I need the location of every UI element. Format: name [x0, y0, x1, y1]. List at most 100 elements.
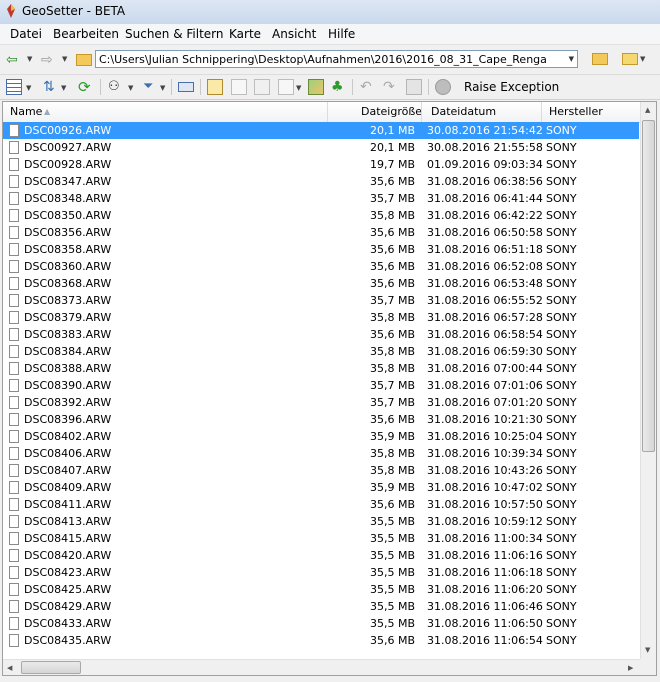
view-mode-dropdown-icon[interactable]: ▼	[26, 84, 31, 92]
file-date: 31.08.2016 06:38:56	[427, 175, 543, 188]
file-row[interactable]: DSC08411.ARW 35,6 MB 31.08.2016 10:57:50 SO…	[3, 496, 639, 513]
tree-icon[interactable]: ♣	[331, 79, 347, 95]
menu-ansicht[interactable]: Ansicht	[272, 27, 316, 41]
back-dropdown-icon[interactable]: ▼	[27, 55, 32, 63]
edit-data-icon[interactable]	[207, 79, 223, 95]
file-row[interactable]: DSC08358.ARW 35,6 MB 31.08.2016 06:51:18 SO…	[3, 241, 639, 258]
scroll-down-icon[interactable]: ▼	[645, 646, 650, 654]
file-row[interactable]: DSC08407.ARW 35,8 MB 31.08.2016 10:43:26 SO…	[3, 462, 639, 479]
browse-folder-icon[interactable]	[592, 53, 608, 65]
column-header-maker[interactable]: Hersteller	[549, 105, 603, 118]
file-size: 35,5 MB	[369, 617, 415, 630]
file-row[interactable]: DSC08413.ARW 35,5 MB 31.08.2016 10:59:12 SO…	[3, 513, 639, 530]
scroll-up-icon[interactable]: ▲	[645, 106, 650, 114]
file-size: 35,9 MB	[369, 430, 415, 443]
undo-icon[interactable]: ↶	[360, 79, 376, 95]
file-row[interactable]: DSC08406.ARW 35,8 MB 31.08.2016 10:39:34 SO…	[3, 445, 639, 462]
file-row[interactable]: DSC08409.ARW 35,9 MB 31.08.2016 10:47:02 SO…	[3, 479, 639, 496]
filter-icon[interactable]: ⏷	[143, 79, 159, 95]
raise-exception-button[interactable]: Raise Exception	[464, 80, 559, 94]
file-row[interactable]: DSC08350.ARW 35,8 MB 31.08.2016 06:42:22 SO…	[3, 207, 639, 224]
paste-icon[interactable]	[254, 79, 270, 95]
search-dropdown-icon[interactable]: ▼	[128, 84, 133, 92]
sort-icon[interactable]: ⇅	[43, 79, 59, 95]
file-size: 35,8 MB	[369, 209, 415, 222]
file-row[interactable]: DSC08433.ARW 35,5 MB 31.08.2016 11:06:50 SO…	[3, 615, 639, 632]
file-row[interactable]: DSC08423.ARW 35,5 MB 31.08.2016 11:06:18 SO…	[3, 564, 639, 581]
file-icon	[9, 141, 19, 154]
path-input[interactable]: C:\Users\Julian Schnippering\Desktop\Auf…	[95, 50, 578, 68]
redo-icon[interactable]: ↷	[383, 79, 399, 95]
file-row[interactable]: DSC00926.ARW 20,1 MB 30.08.2016 21:54:42 SO…	[3, 122, 639, 139]
path-dropdown-icon[interactable]: ▼	[569, 55, 574, 63]
window-icon[interactable]	[178, 82, 194, 92]
folder-up-icon[interactable]	[76, 54, 92, 66]
column-header-date[interactable]: Dateidatum	[431, 105, 496, 118]
file-row[interactable]: DSC08384.ARW 35,8 MB 31.08.2016 06:59:30 SO…	[3, 343, 639, 360]
column-divider[interactable]	[541, 102, 542, 122]
horizontal-scroll-thumb[interactable]	[21, 661, 81, 674]
file-row[interactable]: DSC08348.ARW 35,7 MB 31.08.2016 06:41:44 SO…	[3, 190, 639, 207]
map-icon[interactable]	[308, 79, 324, 95]
file-row[interactable]: DSC08347.ARW 35,6 MB 31.08.2016 06:38:56 SO…	[3, 173, 639, 190]
file-row[interactable]: DSC08368.ARW 35,6 MB 31.08.2016 06:53:48 SO…	[3, 275, 639, 292]
file-row[interactable]: DSC08425.ARW 35,5 MB 31.08.2016 11:06:20 SO…	[3, 581, 639, 598]
file-row[interactable]: DSC08383.ARW 35,6 MB 31.08.2016 06:58:54 SO…	[3, 326, 639, 343]
favorites-folder-icon[interactable]	[622, 53, 638, 65]
scroll-left-icon[interactable]: ◀	[7, 664, 12, 672]
menu-datei[interactable]: Datei	[10, 27, 42, 41]
sort-dropdown-icon[interactable]: ▼	[61, 84, 66, 92]
column-header-name[interactable]: Name	[10, 105, 42, 118]
file-maker: SONY	[546, 566, 577, 579]
file-row[interactable]: DSC08429.ARW 35,5 MB 31.08.2016 11:06:46 SO…	[3, 598, 639, 615]
file-row[interactable]: DSC08390.ARW 35,7 MB 31.08.2016 07:01:06 SO…	[3, 377, 639, 394]
file-row[interactable]: DSC08415.ARW 35,5 MB 31.08.2016 11:00:34 SO…	[3, 530, 639, 547]
file-row[interactable]: DSC08379.ARW 35,8 MB 31.08.2016 06:57:28 SO…	[3, 309, 639, 326]
file-row[interactable]: DSC00928.ARW 19,7 MB 01.09.2016 09:03:34 SO…	[3, 156, 639, 173]
favorites-dropdown-icon[interactable]: ▼	[640, 55, 645, 63]
paste-special-icon[interactable]	[278, 79, 294, 95]
file-row[interactable]: DSC08360.ARW 35,6 MB 31.08.2016 06:52:08 SO…	[3, 258, 639, 275]
refresh-icon[interactable]: ⟳	[78, 79, 94, 95]
vertical-scroll-thumb[interactable]	[642, 120, 655, 452]
copy-icon[interactable]	[231, 79, 247, 95]
file-maker: SONY	[546, 600, 577, 613]
paste-dropdown-icon[interactable]: ▼	[296, 84, 301, 92]
forward-arrow-icon[interactable]: ⇨	[41, 53, 53, 67]
title-bar: GeoSetter - BETA	[0, 0, 660, 25]
file-icon	[9, 124, 19, 137]
file-maker: SONY	[546, 277, 577, 290]
vertical-scrollbar[interactable]: ▲ ▼	[640, 102, 656, 659]
view-mode-icon[interactable]	[6, 79, 22, 95]
file-maker: SONY	[546, 243, 577, 256]
file-icon	[9, 617, 19, 630]
menu-suchen-filtern[interactable]: Suchen & Filtern	[125, 27, 224, 41]
binoculars-icon[interactable]: ⚇	[108, 79, 124, 95]
file-row[interactable]: DSC08373.ARW 35,7 MB 31.08.2016 06:55:52 SO…	[3, 292, 639, 309]
back-arrow-icon[interactable]: ⇦	[6, 53, 18, 67]
menu-karte[interactable]: Karte	[229, 27, 261, 41]
file-row[interactable]: DSC08435.ARW 35,6 MB 31.08.2016 11:06:54 SO…	[3, 632, 639, 649]
menu-bearbeiten[interactable]: Bearbeiten	[53, 27, 119, 41]
menu-hilfe[interactable]: Hilfe	[328, 27, 355, 41]
forward-dropdown-icon[interactable]: ▼	[62, 55, 67, 63]
file-icon	[9, 175, 19, 188]
file-row[interactable]: DSC00927.ARW 20,1 MB 30.08.2016 21:55:58 SO…	[3, 139, 639, 156]
horizontal-scrollbar[interactable]: ◀ ▶	[3, 659, 640, 675]
scroll-right-icon[interactable]: ▶	[628, 664, 633, 672]
column-divider[interactable]	[327, 102, 328, 122]
file-row[interactable]: DSC08402.ARW 35,9 MB 31.08.2016 10:25:04 SO…	[3, 428, 639, 445]
file-row[interactable]: DSC08392.ARW 35,7 MB 31.08.2016 07:01:20 SO…	[3, 394, 639, 411]
file-size: 35,5 MB	[369, 549, 415, 562]
file-icon	[9, 277, 19, 290]
column-header-size[interactable]: Dateigröße	[361, 105, 422, 118]
filter-dropdown-icon[interactable]: ▼	[160, 84, 165, 92]
save-icon[interactable]	[406, 79, 422, 95]
cancel-icon[interactable]	[435, 79, 451, 95]
file-name: DSC08435.ARW	[24, 634, 112, 647]
file-row[interactable]: DSC08396.ARW 35,6 MB 31.08.2016 10:21:30 SO…	[3, 411, 639, 428]
file-row[interactable]: DSC08388.ARW 35,8 MB 31.08.2016 07:00:44 SO…	[3, 360, 639, 377]
file-row[interactable]: DSC08356.ARW 35,6 MB 31.08.2016 06:50:58 SO…	[3, 224, 639, 241]
file-row[interactable]: DSC08420.ARW 35,5 MB 31.08.2016 11:06:16 SO…	[3, 547, 639, 564]
column-divider[interactable]	[421, 102, 422, 122]
